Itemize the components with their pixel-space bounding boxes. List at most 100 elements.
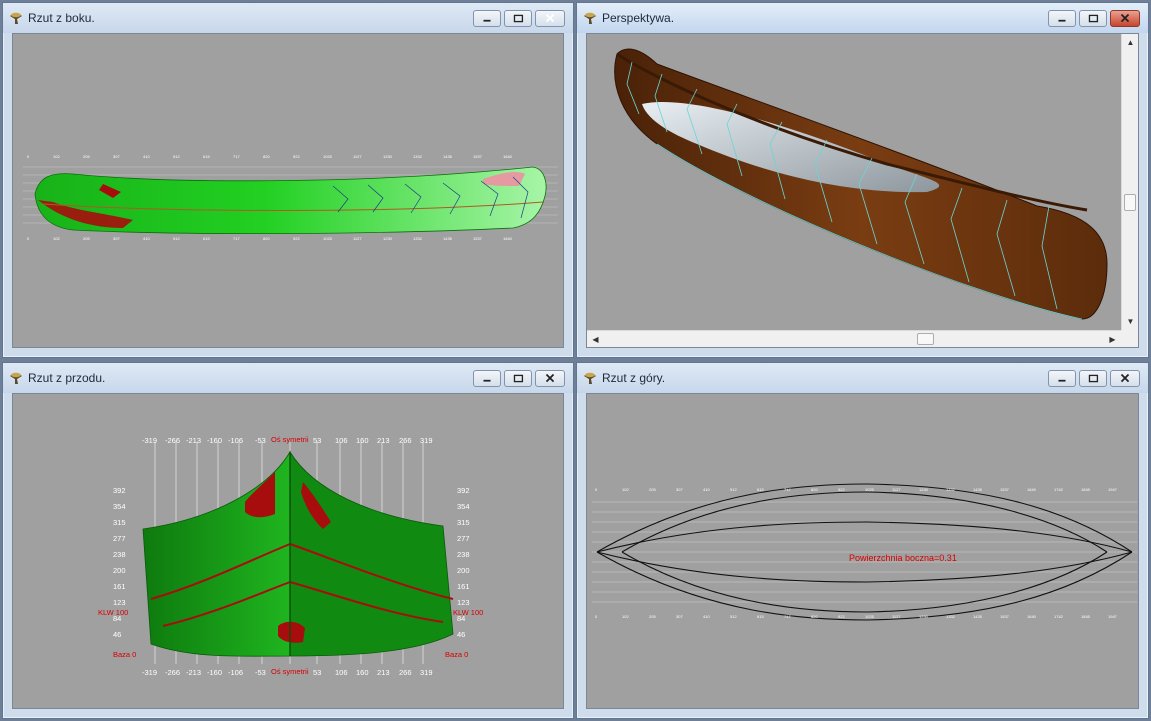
restore-icon [513,374,524,383]
svg-text:102: 102 [622,614,629,619]
svg-text:1435: 1435 [443,154,453,159]
maximize-button[interactable] [1079,370,1107,387]
side-view-viewport[interactable]: 0 102 205 307 410 512 615 717 820 922 1025 1127 1… [12,33,564,348]
svg-text:1742: 1742 [1054,487,1064,492]
svg-text:1947: 1947 [1108,614,1118,619]
scroll-up-arrow[interactable]: ▲ [1122,34,1138,51]
svg-text:307: 307 [113,236,120,241]
front-x-tick: -266 [165,436,181,445]
maximize-button[interactable] [504,10,532,27]
front-y-tick: 200 [113,566,126,575]
svg-text:0: 0 [595,614,598,619]
scroll-down-arrow[interactable]: ▼ [1122,313,1138,330]
svg-text:820: 820 [263,154,270,159]
front-x-tick: 213 [377,436,390,445]
front-y-tick: 315 [457,518,470,527]
window-title: Rzut z boku. [28,11,95,25]
minimize-icon [1058,379,1066,382]
svg-text:1230: 1230 [383,236,393,241]
scroll-right-arrow[interactable]: ▶ [1104,331,1121,347]
base-label: Baza 0 [445,650,469,659]
front-x-tick: -266 [165,668,181,677]
front-y-tick: 392 [113,486,126,495]
perspective-window[interactable]: Perspektywa. ▲ ▼ ◀ ▶ [576,2,1149,358]
svg-text:717: 717 [784,487,791,492]
surface-area-label: Powierzchnia boczna=0.31 [849,553,957,563]
top-view-titlebar[interactable]: Rzut z góry. [577,363,1148,393]
svg-text:1127: 1127 [892,614,901,619]
horizontal-scroll-thumb[interactable] [917,333,934,345]
close-button[interactable] [1110,370,1140,387]
restore-icon [1088,14,1099,23]
window-title: Rzut z góry. [602,371,666,385]
top-view-viewport[interactable]: 0 102 205 307 410 512 615 717 820 922 1025 1127 1… [586,393,1139,709]
maximize-button[interactable] [1079,10,1107,27]
symmetry-axis-label: Oś symetrii [271,667,309,676]
svg-text:1332: 1332 [946,614,956,619]
vertical-scroll-thumb[interactable] [1124,194,1136,211]
scroll-left-arrow[interactable]: ◀ [587,331,604,347]
horizontal-scrollbar[interactable]: ◀ ▶ [587,330,1121,347]
minimize-button[interactable] [473,370,501,387]
svg-text:1845: 1845 [1081,614,1091,619]
svg-text:512: 512 [173,154,180,159]
svg-text:102: 102 [53,236,60,241]
front-view-viewport[interactable]: -319 -266 -213 -160 -106 -53 Oś symetrii… [12,393,564,709]
svg-text:1025: 1025 [865,487,875,492]
app-icon [584,12,596,24]
svg-text:1537: 1537 [1000,487,1010,492]
side-view-canvas: 0 102 205 307 410 512 615 717 820 922 1025 1127 1… [23,154,558,241]
minimize-button[interactable] [1048,370,1076,387]
app-icon [584,372,596,384]
front-y-tick: 84 [457,614,466,623]
side-view-titlebar[interactable]: Rzut z boku. [3,3,573,33]
svg-text:102: 102 [622,487,629,492]
svg-text:1127: 1127 [353,236,362,241]
vertical-scrollbar[interactable]: ▲ ▼ [1121,34,1138,330]
svg-text:1332: 1332 [413,236,423,241]
front-hull-right [289,450,454,657]
svg-text:512: 512 [173,236,180,241]
minimize-button[interactable] [1048,10,1076,27]
perspective-titlebar[interactable]: Perspektywa. [577,3,1148,33]
svg-text:1435: 1435 [973,487,983,492]
front-y-tick: 46 [457,630,466,639]
close-button[interactable] [535,10,565,27]
front-y-tick: 238 [113,550,126,559]
close-icon [1120,13,1130,23]
close-icon [545,13,555,23]
minimize-button[interactable] [473,10,501,27]
app-icon [10,12,22,24]
front-x-tick: 266 [399,668,412,677]
svg-text:1025: 1025 [323,154,333,159]
app-icon [10,372,22,384]
front-y-tick: 84 [113,614,122,623]
front-view-window[interactable]: Rzut z przodu. -319 -266 -213 -160 -106 … [2,362,574,719]
restore-icon [513,14,524,23]
svg-text:1435: 1435 [443,236,453,241]
front-y-tick: 277 [113,534,126,543]
maximize-button[interactable] [504,370,532,387]
perspective-viewport[interactable]: ▲ ▼ ◀ ▶ [586,33,1139,348]
front-view-titlebar[interactable]: Rzut z przodu. [3,363,573,393]
front-x-tick: -106 [228,668,244,677]
side-view-window[interactable]: Rzut z boku. 0 102 205 307 410 512 615 7… [2,2,574,358]
front-x-tick: 213 [377,668,390,677]
symmetry-axis-label: Oś symetrii [271,435,309,444]
close-button[interactable] [535,370,565,387]
svg-text:205: 205 [649,614,656,619]
svg-text:1435: 1435 [973,614,983,619]
top-view-window[interactable]: Rzut z góry. 0 102 205 307 410 512 615 7… [576,362,1149,719]
front-x-tick: 160 [356,436,369,445]
close-button[interactable] [1110,10,1140,27]
svg-text:512: 512 [730,614,737,619]
svg-text:615: 615 [203,154,210,159]
perspective-canvas [614,48,1108,320]
front-x-tick: -213 [186,436,202,445]
svg-text:1537: 1537 [1000,614,1010,619]
front-y-tick: 200 [457,566,470,575]
front-y-tick: 123 [113,598,126,607]
svg-text:205: 205 [83,236,90,241]
svg-text:615: 615 [757,487,764,492]
svg-text:410: 410 [143,236,150,241]
